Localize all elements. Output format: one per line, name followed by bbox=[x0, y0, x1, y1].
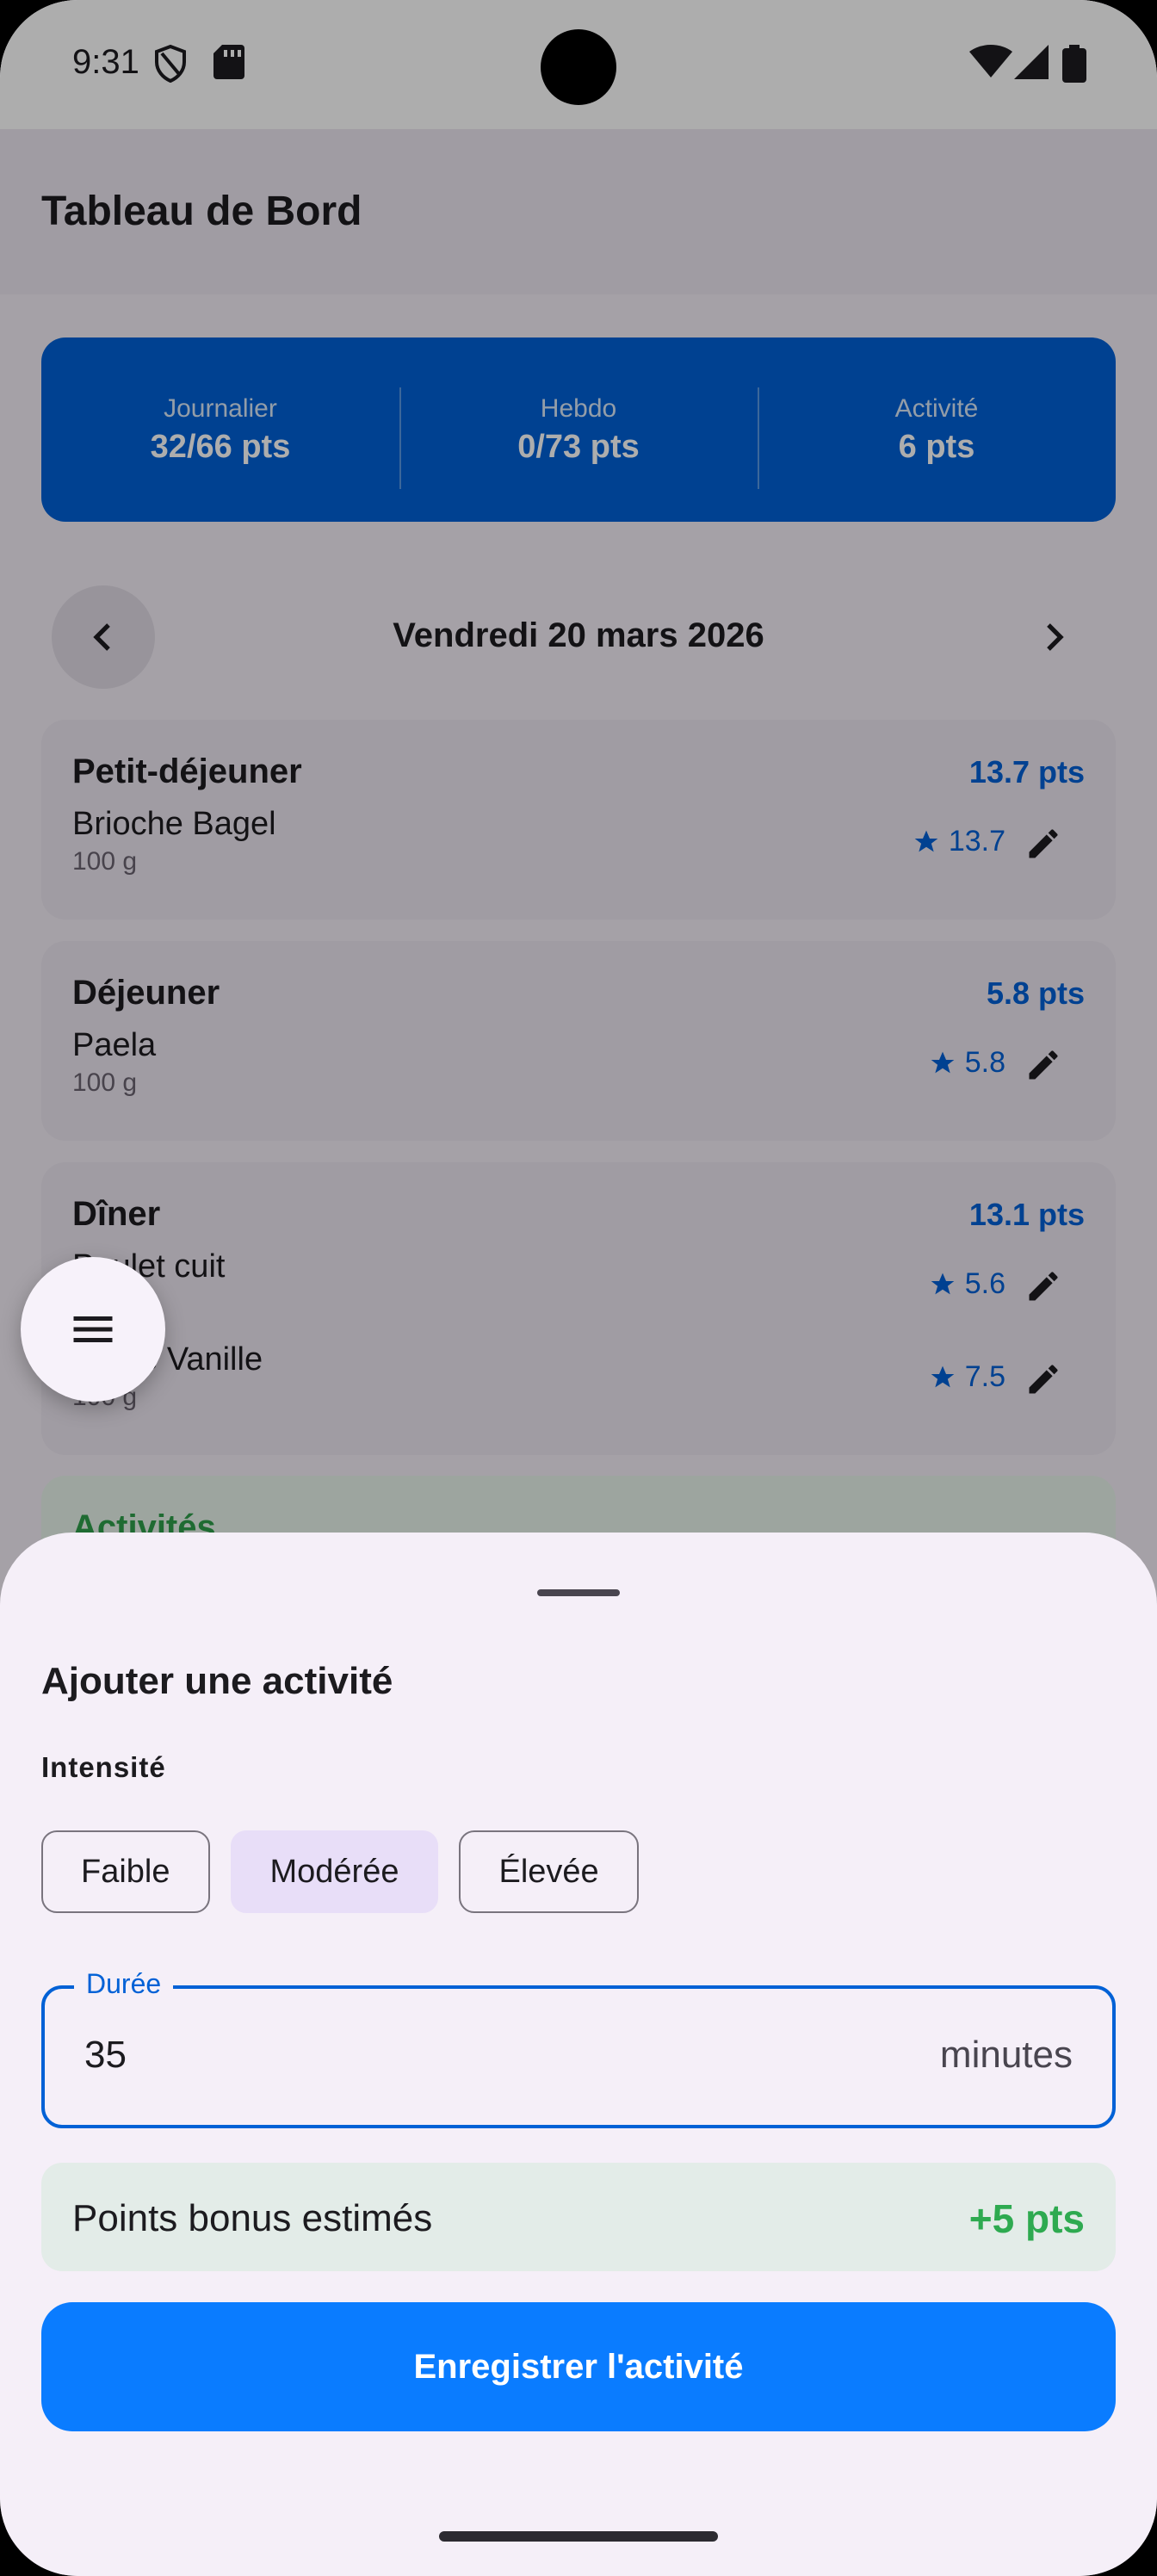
intensity-label: Intensité bbox=[41, 1751, 166, 1783]
duration-input[interactable]: 35 bbox=[84, 2034, 127, 2077]
intensity-chips: Faible Modérée Élevée bbox=[41, 1830, 639, 1913]
intensity-chip-low[interactable]: Faible bbox=[41, 1830, 210, 1913]
sheet-title: Ajouter une activité bbox=[41, 1660, 393, 1702]
screen: 9:31 Tableau de Bord Journalier 32/66 pt… bbox=[0, 0, 1157, 2576]
gesture-nav-bar[interactable] bbox=[439, 2531, 718, 2542]
intensity-chip-high[interactable]: Élevée bbox=[459, 1830, 639, 1913]
bonus-value: +5 pts bbox=[968, 2196, 1085, 2241]
save-activity-button[interactable]: Enregistrer l'activité bbox=[41, 2302, 1116, 2431]
add-activity-sheet: Ajouter une activité Intensité Faible Mo… bbox=[0, 1533, 1157, 2576]
duration-label: Durée bbox=[74, 1968, 174, 2000]
bonus-estimate: Points bonus estimés +5 pts bbox=[41, 2163, 1116, 2271]
duration-field[interactable]: Durée 35 minutes bbox=[41, 1968, 1116, 2128]
menu-fab-button[interactable] bbox=[21, 1257, 165, 1402]
bonus-label: Points bonus estimés bbox=[72, 2197, 433, 2239]
drag-handle[interactable] bbox=[537, 1589, 620, 1596]
duration-suffix: minutes bbox=[939, 2034, 1073, 2076]
menu-icon bbox=[73, 1316, 113, 1342]
intensity-chip-moderate[interactable]: Modérée bbox=[230, 1830, 439, 1913]
